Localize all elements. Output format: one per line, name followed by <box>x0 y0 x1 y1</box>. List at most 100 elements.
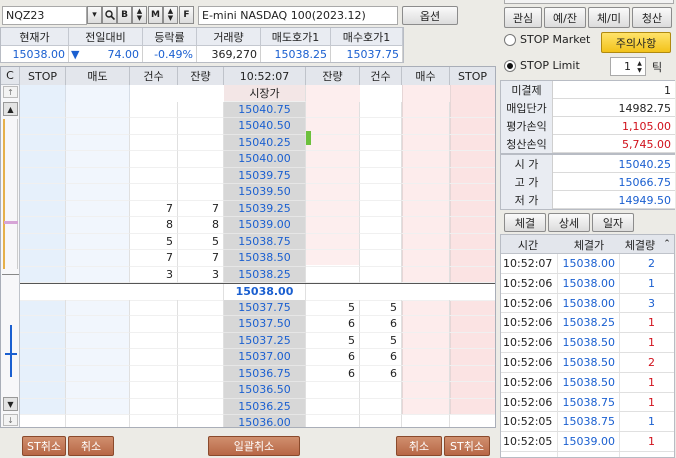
scroll-down-small[interactable]: ↓ <box>3 414 18 426</box>
stop-buy-cell[interactable] <box>450 168 495 184</box>
buy-cell[interactable] <box>402 217 450 234</box>
stop-sell-cell[interactable] <box>20 365 66 382</box>
stop-sell-cell[interactable] <box>20 101 66 118</box>
bid-price-cell[interactable]: 15036.75 <box>224 365 306 382</box>
buy-cell[interactable] <box>402 151 450 168</box>
stop-buy-cell[interactable] <box>450 415 495 427</box>
sell-cell[interactable] <box>66 299 130 316</box>
sell-cell[interactable] <box>66 250 130 267</box>
stop-buy-cell[interactable] <box>450 184 495 201</box>
stop-sell-cell[interactable] <box>20 398 66 415</box>
tab-deposit[interactable]: 예/잔 <box>544 7 586 28</box>
trade-tab-daily[interactable]: 일자 <box>592 213 634 232</box>
ask-price-cell[interactable]: 15040.00 <box>224 151 306 168</box>
buy-cell[interactable] <box>402 398 450 415</box>
stop-buy-cell[interactable] <box>450 267 495 283</box>
stop-sell-cell[interactable] <box>20 184 66 201</box>
bid-price-cell[interactable]: 15037.50 <box>224 316 306 333</box>
stop-buy-cell[interactable] <box>450 102 495 118</box>
sell-cell[interactable] <box>66 151 130 168</box>
stop-buy-cell[interactable] <box>450 333 495 349</box>
updown-icon-2[interactable]: ▲ ▼ <box>163 6 178 24</box>
stop-buy-cell[interactable] <box>450 382 495 399</box>
sell-cell[interactable] <box>66 217 130 234</box>
sell-cell[interactable] <box>66 382 130 399</box>
sell-cell[interactable] <box>66 200 130 217</box>
buy-cell[interactable] <box>402 365 450 382</box>
buy-cell[interactable] <box>402 332 450 349</box>
st-cancel-left-button[interactable]: ST취소 <box>22 436 66 456</box>
ask-price-cell[interactable]: 15038.50 <box>224 250 306 267</box>
sell-cell[interactable] <box>66 349 130 366</box>
sell-cell[interactable] <box>66 184 130 201</box>
bid-price-cell[interactable]: 15036.25 <box>224 398 306 415</box>
stop-sell-cell[interactable] <box>20 316 66 333</box>
stop-buy-cell[interactable] <box>450 366 495 382</box>
stop-sell-cell[interactable] <box>20 217 66 234</box>
buy-cell[interactable] <box>402 250 450 267</box>
tab-interest[interactable]: 관심 <box>504 7 542 28</box>
tick-stepper-icon[interactable]: ▲ ▼ <box>634 58 645 75</box>
stop-limit-radio[interactable] <box>504 60 516 72</box>
ask-price-cell[interactable]: 15039.25 <box>224 200 306 217</box>
bid-price-cell[interactable]: 15036.00 <box>224 415 306 427</box>
stop-sell-cell[interactable] <box>20 118 66 135</box>
caution-button[interactable]: 주의사항 <box>601 32 671 53</box>
buy-cell[interactable] <box>402 134 450 151</box>
option-button[interactable]: 옵션 <box>402 6 458 25</box>
buy-cell[interactable] <box>402 349 450 366</box>
buy-cell[interactable] <box>402 118 450 135</box>
scroll-up-small[interactable]: ↑ <box>3 86 18 98</box>
sell-cell[interactable] <box>66 332 130 349</box>
stop-sell-cell[interactable] <box>20 266 66 283</box>
m-button[interactable]: M <box>148 6 163 24</box>
stop-buy-cell[interactable] <box>450 234 495 250</box>
stop-sell-cell[interactable] <box>20 349 66 366</box>
stop-sell-cell[interactable] <box>20 250 66 267</box>
buy-cell[interactable] <box>402 167 450 184</box>
stop-market-radio[interactable] <box>504 34 516 46</box>
tab-fills[interactable]: 체/미 <box>588 7 630 28</box>
sell-cell[interactable] <box>66 101 130 118</box>
ask-price-cell[interactable]: 15040.50 <box>224 118 306 135</box>
trade-tab-fills[interactable]: 체결 <box>504 213 546 232</box>
search-icon[interactable] <box>102 6 117 24</box>
buy-cell[interactable] <box>402 184 450 201</box>
symbol-dropdown-icon[interactable]: ▾ <box>87 6 102 24</box>
buy-cell[interactable] <box>402 299 450 316</box>
scroll-up-icon[interactable]: ▲ <box>3 102 18 116</box>
ask-price-cell[interactable]: 15039.50 <box>224 184 306 201</box>
sell-cell[interactable] <box>66 118 130 135</box>
stop-sell-cell[interactable] <box>20 233 66 250</box>
stop-buy-cell[interactable] <box>450 316 495 333</box>
stop-buy-cell[interactable] <box>450 250 495 267</box>
bid-price-cell[interactable]: 15037.25 <box>224 332 306 349</box>
stop-sell-cell[interactable] <box>20 382 66 399</box>
stop-buy-cell[interactable] <box>450 300 495 316</box>
buy-cell[interactable] <box>402 266 450 283</box>
st-cancel-right-button[interactable]: ST취소 <box>444 436 490 456</box>
stop-buy-cell[interactable] <box>450 399 495 415</box>
sell-cell[interactable] <box>66 365 130 382</box>
stop-buy-cell[interactable] <box>450 201 495 217</box>
stop-buy-cell[interactable] <box>450 118 495 135</box>
tab-liquidate[interactable]: 청산 <box>632 7 672 28</box>
buy-cell[interactable] <box>402 233 450 250</box>
stop-sell-cell[interactable] <box>20 299 66 316</box>
ask-price-cell[interactable]: 15038.75 <box>224 233 306 250</box>
sell-cell[interactable] <box>66 266 130 283</box>
stop-sell-cell[interactable] <box>20 151 66 168</box>
ask-price-cell[interactable]: 15040.75 <box>224 101 306 118</box>
f-button[interactable]: F <box>179 6 194 24</box>
buy-cell[interactable] <box>402 101 450 118</box>
buy-cell[interactable] <box>402 415 450 427</box>
sell-cell[interactable] <box>66 233 130 250</box>
scroll-down-icon[interactable]: ▼ <box>3 397 18 411</box>
symbol-input[interactable]: NQZ23 <box>2 6 87 25</box>
buy-cell[interactable] <box>402 200 450 217</box>
sell-cell[interactable] <box>66 415 130 427</box>
cancel-all-button[interactable]: 일괄취소 <box>208 436 300 456</box>
sell-cell[interactable] <box>66 316 130 333</box>
stop-buy-cell[interactable] <box>450 349 495 366</box>
stop-sell-cell[interactable] <box>20 134 66 151</box>
